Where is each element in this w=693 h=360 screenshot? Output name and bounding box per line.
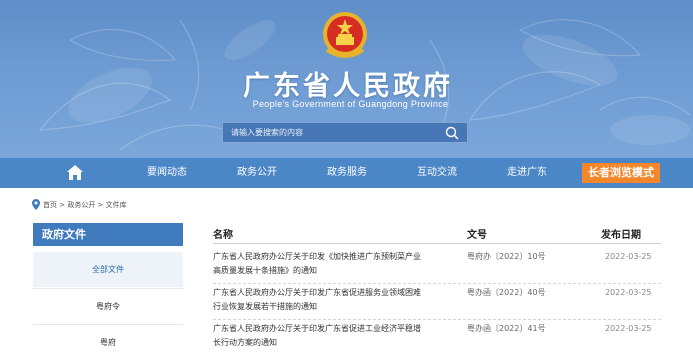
search-icon[interactable] <box>445 126 459 140</box>
site-title: 广东省人民政府 <box>243 71 453 102</box>
row-divider <box>213 283 661 284</box>
elder-mode-button[interactable]: 长者浏览模式 <box>582 163 660 183</box>
column-header-name: 名称 <box>213 230 233 241</box>
breadcrumb[interactable]: 首页 > 政务公开 > 文件库 <box>43 199 127 211</box>
table-row-title[interactable]: 广东省人民政府办公厅关于印发广东省促进工业经济平稳增 长行动方案的通知 <box>213 322 441 350</box>
title-line[interactable]: 广东省人民政府办公厅关于印发广东省促进服务业领域困难 <box>213 286 441 300</box>
header-divider <box>213 243 661 244</box>
title-line[interactable]: 行业恢复发展若干措施的通知 <box>213 300 441 314</box>
sidebar-heading: 政府文件 <box>33 223 183 246</box>
table-row-date: 2022-03-25 <box>605 288 652 297</box>
sidebar-item-order[interactable]: 粤府令 <box>33 289 183 324</box>
nav-item-services[interactable]: 政务服务 <box>320 158 374 188</box>
location-pin-icon <box>32 199 40 210</box>
nav-item-gov-affairs[interactable]: 政务公开 <box>230 158 284 188</box>
sidebar-item-government[interactable]: 粤府 <box>33 325 183 360</box>
search-input[interactable] <box>223 123 435 142</box>
site-subtitle: People's Government of Guangdong Provinc… <box>252 99 449 109</box>
header-banner: 广东省人民政府 People's Government of Guangdong… <box>0 0 693 158</box>
table-row-date: 2022-03-25 <box>605 324 652 333</box>
nav-item-interaction[interactable]: 互动交流 <box>410 158 464 188</box>
title-line[interactable]: 广东省人民政府办公厅关于印发《加快推进广东预制菜产业 <box>213 250 441 264</box>
title-line[interactable]: 广东省人民政府办公厅关于印发广东省促进工业经济平稳增 <box>213 322 441 336</box>
search-bar <box>222 122 468 143</box>
table-row-title[interactable]: 广东省人民政府办公厅关于印发《加快推进广东预制菜产业 高质量发展十条措施》的通知 <box>213 250 441 278</box>
national-emblem-icon <box>323 12 367 58</box>
table-row-doc-no: 粤办函〔2022〕41号 <box>467 324 546 333</box>
table-row-doc-no: 粤府办〔2022〕10号 <box>467 252 546 261</box>
title-line[interactable]: 长行动方案的通知 <box>213 336 441 350</box>
row-divider <box>213 319 661 320</box>
column-header-doc-no: 文号 <box>467 230 487 241</box>
table-row-title[interactable]: 广东省人民政府办公厅关于印发广东省促进服务业领域困难 行业恢复发展若干措施的通知 <box>213 286 441 314</box>
title-line[interactable]: 高质量发展十条措施》的通知 <box>213 264 441 278</box>
sidebar-item-all-files[interactable]: 全部文件 <box>33 252 183 287</box>
nav-item-guangdong[interactable]: 走进广东 <box>500 158 554 188</box>
home-icon[interactable] <box>67 165 83 180</box>
nav-item-news[interactable]: 要闻动态 <box>140 158 194 188</box>
table-row-date: 2022-03-25 <box>605 252 652 261</box>
table-row-doc-no: 粤办函〔2022〕40号 <box>467 288 546 297</box>
column-header-date: 发布日期 <box>601 230 641 241</box>
